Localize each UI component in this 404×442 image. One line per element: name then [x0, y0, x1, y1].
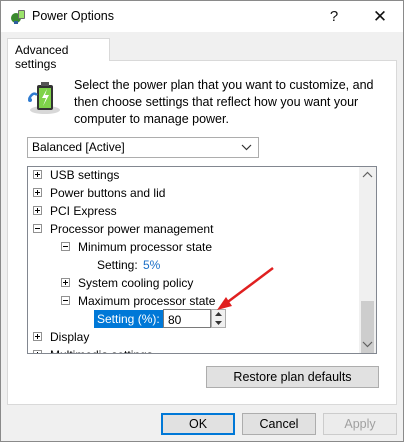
- ok-button[interactable]: OK: [161, 413, 235, 435]
- help-button[interactable]: ?: [311, 1, 357, 32]
- tree-label: Power buttons and lid: [50, 186, 166, 200]
- restore-plan-defaults-button[interactable]: Restore plan defaults: [206, 366, 379, 388]
- description-text: Select the power plan that you want to c…: [74, 78, 374, 126]
- expand-plus-icon[interactable]: [33, 332, 42, 341]
- scroll-down-icon[interactable]: [362, 340, 373, 348]
- expand-plus-icon[interactable]: [61, 278, 70, 287]
- scroll-up-icon[interactable]: [362, 171, 373, 179]
- apply-button[interactable]: Apply: [323, 413, 397, 435]
- power-plan-value: Balanced [Active]: [32, 140, 125, 154]
- arrow-down-icon: [215, 321, 222, 325]
- chevron-down-icon: [241, 144, 252, 151]
- close-icon: ✕: [372, 6, 388, 26]
- spin-down-button[interactable]: [212, 319, 225, 327]
- help-icon: ?: [329, 8, 339, 25]
- tree-item-max-setting[interactable]: Setting (%): 80: [28, 309, 368, 328]
- power-options-icon: [11, 10, 25, 24]
- min-setting-value[interactable]: 5%: [143, 256, 160, 274]
- close-button[interactable]: ✕: [357, 1, 403, 32]
- battery-icon: [27, 82, 60, 114]
- advanced-settings-panel: Select the power plan that you want to c…: [7, 60, 397, 405]
- power-options-window: Power Options ? ✕ Advanced settings Sele…: [0, 0, 404, 442]
- power-plan-select[interactable]: Balanced [Active]: [27, 137, 259, 158]
- expand-plus-icon[interactable]: [33, 170, 42, 179]
- collapse-minus-icon[interactable]: [61, 296, 70, 305]
- cancel-button[interactable]: Cancel: [242, 413, 316, 435]
- tree-label: System cooling policy: [78, 276, 194, 290]
- tree-label: Display: [50, 330, 90, 344]
- expand-plus-icon[interactable]: [33, 206, 42, 215]
- tree-label: Processor power management: [50, 222, 214, 236]
- collapse-minus-icon[interactable]: [33, 224, 42, 233]
- tree-label: Maximum processor state: [78, 294, 216, 308]
- vertical-scrollbar[interactable]: [359, 167, 376, 353]
- title-bar: Power Options ? ✕: [1, 1, 403, 32]
- tree-label: USB settings: [50, 168, 120, 182]
- spin-buttons: [211, 309, 226, 328]
- tree-label: PCI Express: [50, 204, 117, 218]
- max-setting-label: Setting (%):: [94, 310, 163, 328]
- tree-label: Multimedia settings: [50, 346, 153, 353]
- arrow-up-icon: [215, 312, 222, 316]
- expand-plus-icon[interactable]: [33, 188, 42, 197]
- tab-advanced-settings[interactable]: Advanced settings: [7, 38, 110, 71]
- expand-plus-icon[interactable]: [33, 350, 42, 353]
- spin-up-button[interactable]: [212, 310, 225, 318]
- tree-label: Minimum processor state: [78, 240, 213, 254]
- max-setting-input[interactable]: 80: [163, 309, 211, 328]
- collapse-minus-icon[interactable]: [61, 242, 70, 251]
- settings-tree[interactable]: USB settings Power buttons and lid PCI E…: [27, 166, 377, 354]
- window-title: Power Options: [32, 9, 114, 23]
- setting-label: Setting:: [97, 258, 138, 272]
